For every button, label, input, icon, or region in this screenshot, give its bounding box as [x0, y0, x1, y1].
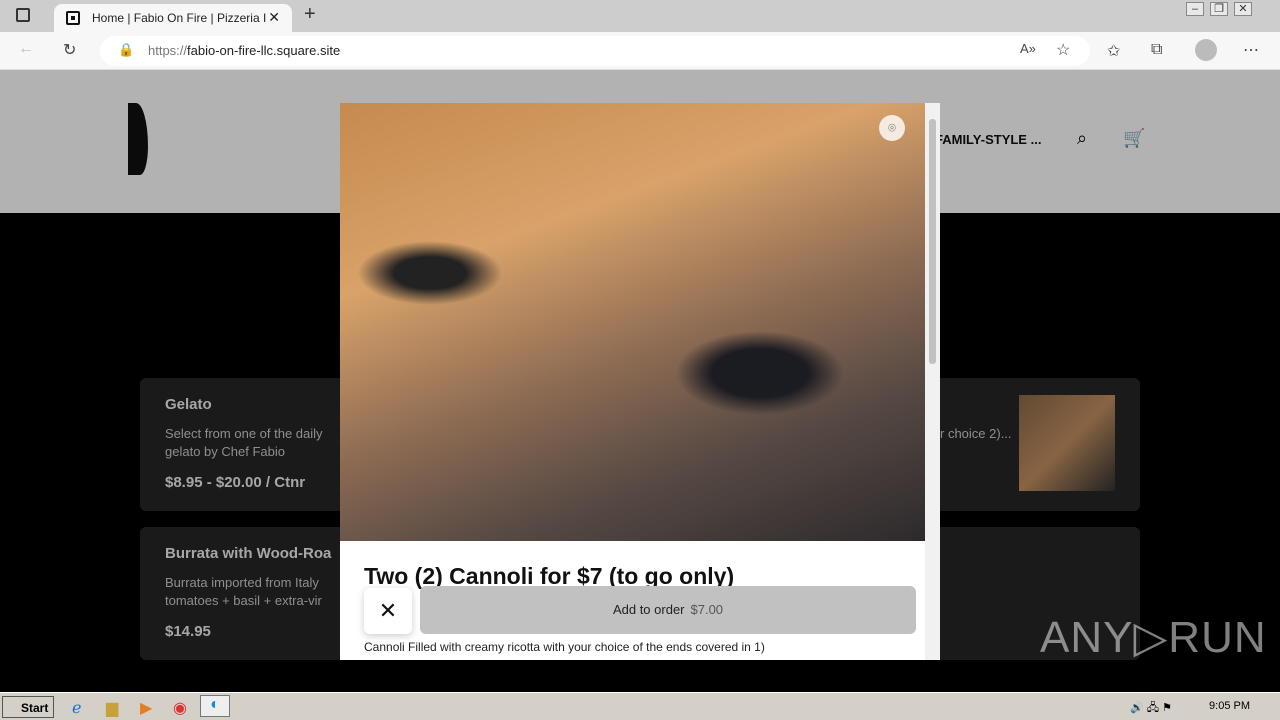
minimize-button[interactable]: –: [1186, 2, 1204, 16]
favorites-icon[interactable]: ✩: [1107, 41, 1120, 61]
start-label: Start: [21, 701, 49, 715]
tab-bar: Home | Fabio On Fire | Pizzeria I ✕ + – ❐…: [0, 0, 1280, 32]
address-bar-row: ← ↻ 🔒 https://fabio-on-fire-llc.square.si…: [0, 32, 1280, 70]
edge-taskbar-icon[interactable]: ◐: [200, 695, 230, 717]
browser-tab[interactable]: Home | Fabio On Fire | Pizzeria I ✕: [54, 4, 292, 32]
refresh-icon[interactable]: ↻: [63, 40, 76, 60]
back-icon[interactable]: ←: [18, 40, 34, 58]
media-player-icon[interactable]: ▶: [140, 698, 152, 718]
chrome-icon[interactable]: ◉: [173, 698, 187, 718]
close-window-button[interactable]: ✕: [1234, 2, 1252, 16]
ie-icon[interactable]: ℯ: [72, 698, 81, 718]
tab-actions-icon[interactable]: [16, 8, 30, 22]
close-tab-icon[interactable]: ✕: [268, 9, 280, 26]
visual-search-icon[interactable]: ⌾: [879, 115, 905, 141]
tab-title: Home | Fabio On Fire | Pizzeria I: [92, 11, 267, 25]
modal-scrollbar[interactable]: [925, 103, 940, 660]
item-description: Cannoli Filled with creamy ricotta with …: [364, 640, 765, 655]
url-host: fabio-on-fire-llc.square.site: [187, 43, 341, 58]
anyrun-watermark: ANY▷RUN: [1040, 613, 1267, 662]
cannoli-photo: ⌾: [340, 103, 925, 541]
more-icon[interactable]: ⋯: [1243, 40, 1259, 60]
add-label: Add to order: [612, 602, 685, 617]
item-modal: ⌾ Two (2) Cannoli for $7 (to go only) ✕ …: [340, 103, 940, 660]
tray-icons[interactable]: 🔊 🖧 ⚑: [1130, 699, 1172, 718]
restore-button[interactable]: ❐: [1210, 2, 1228, 16]
add-price: $7.00: [690, 602, 724, 617]
collections-icon[interactable]: ⧉: [1151, 41, 1162, 59]
lock-icon: 🔒: [118, 42, 135, 57]
start-button[interactable]: Start: [2, 696, 54, 718]
profile-avatar[interactable]: [1195, 39, 1217, 61]
read-aloud-icon[interactable]: A»: [1020, 41, 1036, 56]
close-modal-button[interactable]: ✕: [364, 588, 412, 634]
square-favicon-icon: [66, 11, 80, 25]
new-tab-button[interactable]: +: [304, 3, 316, 26]
clock: 9:05 PM: [1209, 700, 1250, 712]
folder-icon[interactable]: ▆: [106, 698, 118, 718]
taskbar: Start ℯ ▆ ▶ ◉ ◐ 🔊 🖧 ⚑ 9:05 PM: [0, 692, 1280, 720]
scrollbar-thumb[interactable]: [929, 119, 936, 364]
add-to-order-button[interactable]: Add to order $7.00: [420, 586, 916, 634]
url-scheme: https://: [148, 43, 188, 58]
add-favorite-icon[interactable]: ☆: [1056, 40, 1070, 60]
address-input[interactable]: 🔒 https://fabio-on-fire-llc.square.site A…: [100, 36, 1090, 66]
